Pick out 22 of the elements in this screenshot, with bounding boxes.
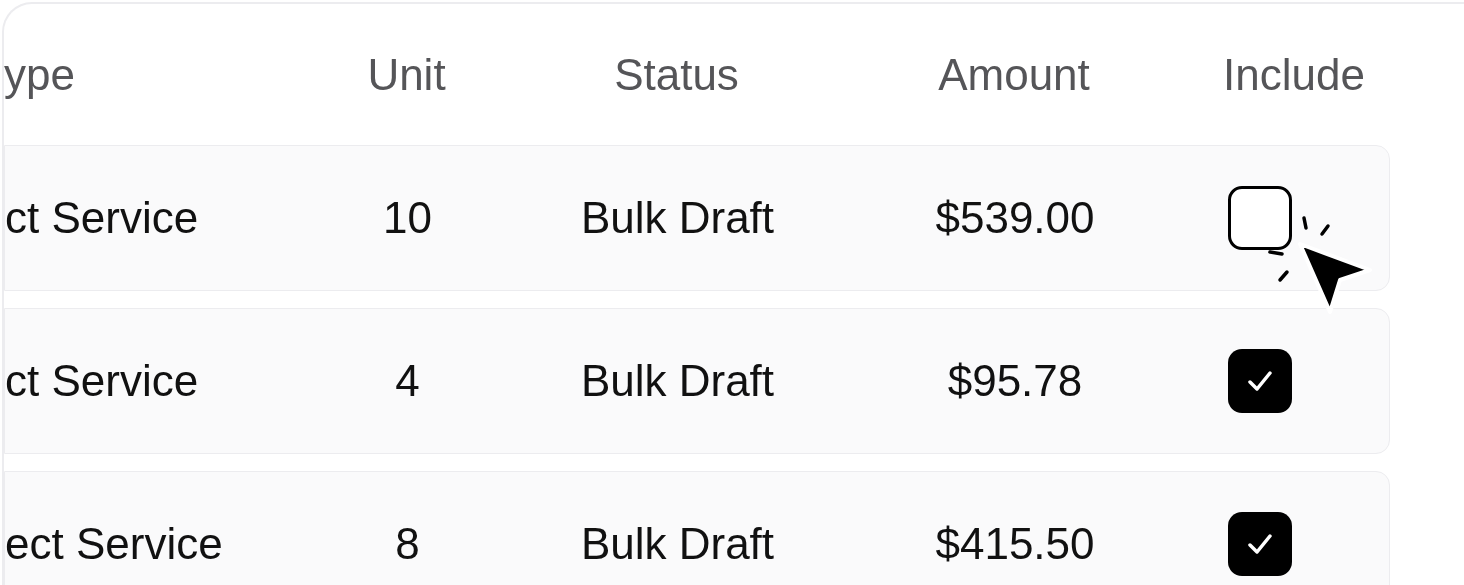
table-cell-text: 4: [395, 355, 420, 407]
column-header: Status: [614, 48, 739, 101]
table-cell-text: Bulk Draft: [580, 355, 775, 407]
table-cell-text: 8: [395, 518, 420, 570]
table-cell-text: $539.00: [935, 192, 1095, 244]
checkbox[interactable]: [1228, 349, 1292, 413]
checkbox[interactable]: [1228, 512, 1292, 576]
check-icon: [1247, 370, 1273, 392]
table-cell-text: ct Service: [5, 355, 199, 407]
column-header: Amount: [938, 48, 1090, 101]
table-cell-text: Bulk Draft: [580, 518, 775, 570]
table-cell-text: ct Service: [5, 192, 199, 244]
checkbox[interactable]: [1228, 186, 1292, 250]
table-cell-text: ect Service: [5, 518, 223, 570]
table-cell-text: 10: [383, 192, 432, 244]
column-header: Unit: [367, 48, 446, 101]
table-cell-text: $95.78: [947, 355, 1083, 407]
column-header: ype: [4, 48, 75, 101]
column-header: Include: [1223, 48, 1365, 101]
check-icon: [1247, 533, 1273, 555]
table-cell-text: Bulk Draft: [580, 192, 775, 244]
table-cell-text: $415.50: [935, 518, 1095, 570]
